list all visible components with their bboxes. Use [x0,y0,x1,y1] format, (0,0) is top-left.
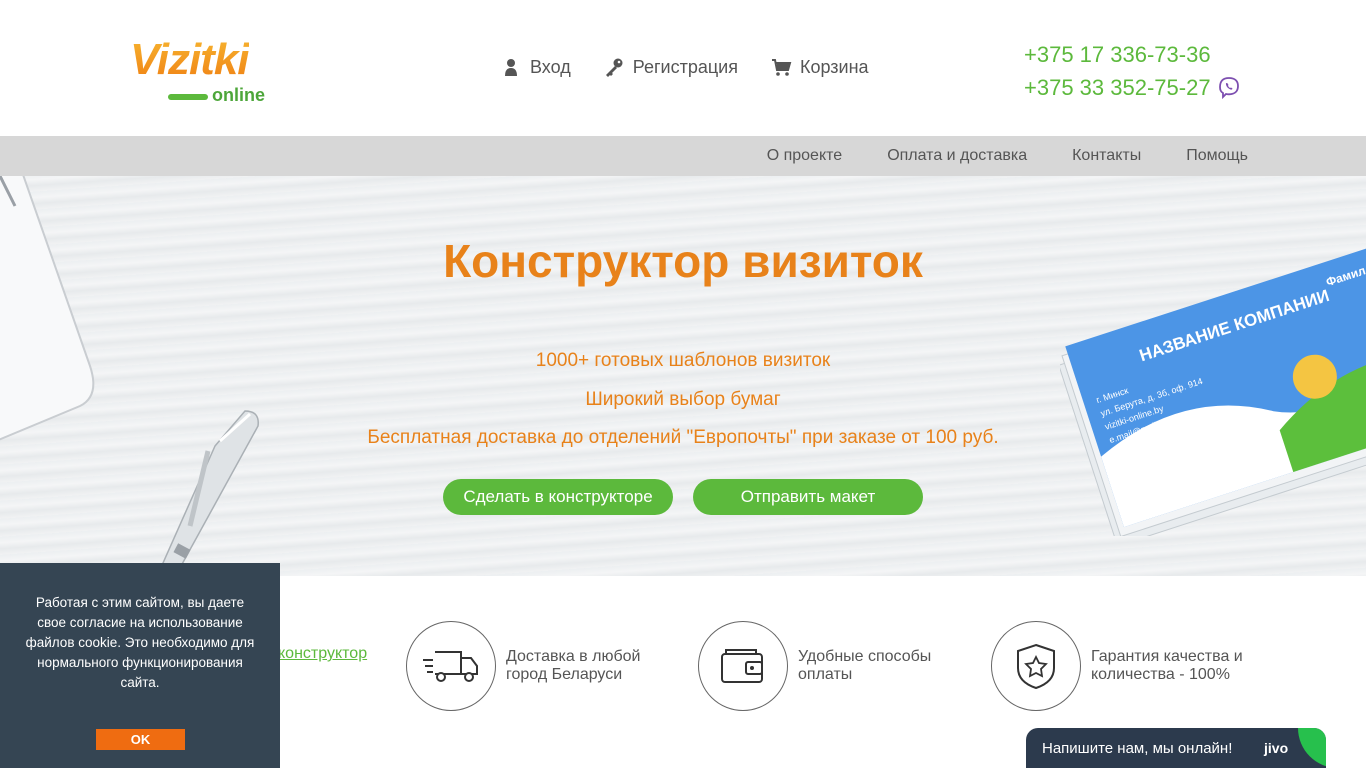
phone-1[interactable]: +375 17 336-73-36 [1024,38,1241,71]
hero-title: Конструктор визиток [443,235,923,287]
shield-star-icon [991,621,1081,711]
nav-payment-delivery[interactable]: Оплата и доставка [887,147,1027,165]
hero-benefits: 1000+ готовых шаблонов визиток Широкий в… [0,342,1366,458]
jivo-logo: jivo [1264,740,1289,756]
register-label: Регистрация [632,56,738,77]
hero-benefit-paper: Широкий выбор бумаг [585,388,781,410]
secondary-nav-items: О проекте Оплата и доставка Контакты Пом… [722,136,1248,176]
feature-delivery-text: Доставка в любой город Беларуси [506,648,641,683]
nav-about[interactable]: О проекте [767,147,842,165]
logo-text: Vizitki [130,35,250,84]
wallet-icon [698,621,788,711]
user-icon [500,56,522,78]
phones: +375 17 336-73-36 +375 33 352-75-27 [1024,38,1241,104]
phone-2[interactable]: +375 33 352-75-27 [1024,71,1241,104]
register-link[interactable]: Регистрация [603,56,738,78]
hero-benefit-templates: 1000+ готовых шаблонов визиток [535,350,831,371]
cart-label: Корзина [799,56,869,77]
chat-online-indicator [1298,728,1326,768]
feature-guarantee-text: Гарантия качества и количества - 100% [1091,648,1243,683]
login-label: Вход [530,56,571,77]
logo[interactable]: Vizitki online [128,34,280,106]
key-icon [603,56,625,78]
nav-contacts[interactable]: Контакты [1072,147,1141,165]
cookie-text: Работая с этим сайтом, вы даете свое сог… [25,595,255,690]
constructor-link[interactable]: конструктор [278,645,367,663]
feature-guarantee: Гарантия качества и количества - 100% [991,621,1261,711]
logo-subtext: online [212,85,265,105]
send-layout-button[interactable]: Отправить макет [693,479,923,515]
viber-icon[interactable] [1217,76,1241,100]
phone-2-text: +375 33 352-75-27 [1024,75,1211,100]
hero-banner: НАЗВАНИЕ КОМПАНИИ Фамил г. Минск ул. Бер… [0,176,1366,576]
logo-bar [168,94,208,100]
feature-delivery: Доставка в любой город Беларуси [406,621,676,711]
header: Vizitki online Вход Регистрация Корзина … [0,0,1366,136]
cart-icon [770,56,792,78]
chat-widget-text: Напишите нам, мы онлайн! [1042,740,1233,757]
phone-1-text: +375 17 336-73-36 [1024,42,1211,67]
login-link[interactable]: Вход [500,56,571,78]
make-in-constructor-button[interactable]: Сделать в конструкторе [443,479,673,515]
secondary-nav: О проекте Оплата и доставка Контакты Пом… [0,136,1366,176]
cookie-ok-button[interactable]: OK [96,729,185,750]
hero-benefit-delivery: Бесплатная доставка до отделений "Европо… [367,427,999,448]
feature-payment-text: Удобные способы оплаты [798,648,932,683]
feature-payment: Удобные способы оплаты [698,621,968,711]
cart-link[interactable]: Корзина [770,56,869,78]
hero-buttons: Сделать в конструкторе Отправить макет [443,479,923,515]
top-nav: Вход Регистрация Корзина [500,56,901,78]
chat-widget[interactable]: Напишите нам, мы онлайн! jivo [1026,728,1326,768]
cookie-notice: Работая с этим сайтом, вы даете свое сог… [0,563,280,768]
truck-icon [406,621,496,711]
nav-help[interactable]: Помощь [1186,147,1248,165]
